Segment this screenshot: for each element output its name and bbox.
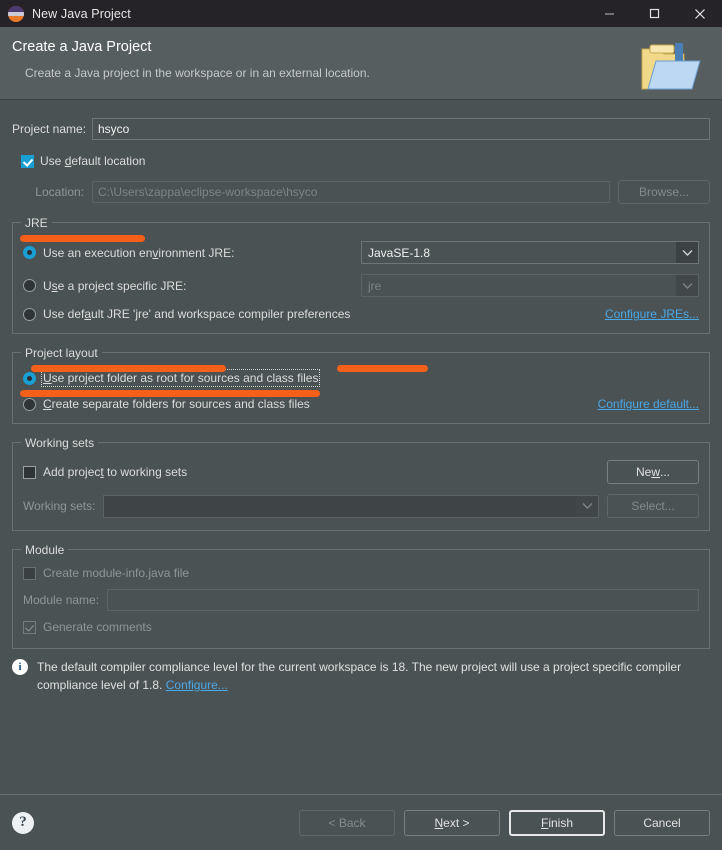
module-name-row: Module name: xyxy=(23,589,699,611)
highlight-project-layout-option xyxy=(20,390,320,397)
working-sets-combo xyxy=(103,494,599,518)
add-to-working-sets-row[interactable]: Add project to working sets Ne w... xyxy=(23,460,699,484)
java-folder-icon xyxy=(634,39,704,97)
create-module-info-label: Create module-info.java file xyxy=(43,566,190,580)
info-text: The default compiler compliance level fo… xyxy=(37,660,682,692)
project-specific-jre-radio[interactable] xyxy=(23,279,36,292)
info-icon: i xyxy=(12,659,28,675)
project-name-input[interactable]: hsyco xyxy=(92,118,710,140)
java-project-icon xyxy=(8,5,24,22)
project-name-row: Project name: hsyco xyxy=(12,118,710,140)
page-title: Create a Java Project xyxy=(12,39,152,55)
browse-button: Browse... xyxy=(618,180,710,204)
highlight-execution-environment-combo xyxy=(337,365,428,372)
highlight-project-name xyxy=(20,235,145,242)
use-default-location-label: Use default location xyxy=(40,154,146,168)
working-sets-label: Working sets: xyxy=(23,499,96,513)
module-group-title: Module xyxy=(21,543,69,557)
window-title: New Java Project xyxy=(32,6,131,21)
highlight-execution-environment-option xyxy=(31,365,226,372)
execution-environment-combo[interactable]: JavaSE-1.8 xyxy=(361,241,699,264)
layout-option-separate-folders[interactable]: Create separate folders for sources and … xyxy=(23,397,699,411)
select-working-set-button: Select... xyxy=(607,494,699,518)
title-bar: New Java Project xyxy=(0,0,722,27)
info-message: i The default compiler compliance level … xyxy=(12,658,710,694)
chevron-down-icon xyxy=(576,495,598,517)
dialog-footer: ? < Back Next > Finish Cancel xyxy=(0,794,722,850)
create-module-info-row: Create module-info.java file xyxy=(23,566,699,580)
configure-compliance-link[interactable]: Configure... xyxy=(166,678,228,692)
module-group: Module Create module-info.java file Modu… xyxy=(12,543,710,649)
default-jre-label: Use default JRE 'jre' and workspace comp… xyxy=(43,307,351,321)
add-to-working-sets-label: Add project to working sets xyxy=(43,465,188,479)
project-specific-jre-label: Use a project specific JRE: xyxy=(43,278,187,293)
execution-environment-value: JavaSE-1.8 xyxy=(368,245,431,260)
location-row: Location: C:\Users\zappa\eclipse-workspa… xyxy=(12,180,710,204)
jre-option-project-specific[interactable]: Use a project specific JRE: jre xyxy=(23,274,699,297)
configure-jres-link[interactable]: Configure JREs... xyxy=(605,307,699,321)
project-folder-root-radio[interactable] xyxy=(23,371,36,385)
jre-group-title: JRE xyxy=(21,216,52,230)
project-layout-group: Project layout Use project folder as roo… xyxy=(12,346,710,424)
configure-default-link[interactable]: Configure default... xyxy=(598,397,699,411)
location-input: C:\Users\zappa\eclipse-workspace\hsyco xyxy=(92,181,610,203)
footer-buttons: < Back Next > Finish Cancel xyxy=(299,809,710,836)
minimize-icon[interactable] xyxy=(587,0,632,27)
working-sets-row: Working sets: Select... xyxy=(23,494,699,518)
help-icon[interactable]: ? xyxy=(12,811,34,834)
jre-option-execution-environment[interactable]: Use an execution environment JRE: JavaSE… xyxy=(23,241,699,264)
window-controls xyxy=(587,0,722,27)
use-default-location-checkbox[interactable] xyxy=(21,154,34,168)
next-button[interactable]: Next > xyxy=(404,809,500,836)
jre-option-default[interactable]: Use default JRE 'jre' and workspace comp… xyxy=(23,307,699,321)
dialog-body: Project name: hsyco Use default location… xyxy=(0,100,722,794)
default-jre-radio[interactable] xyxy=(23,307,36,321)
cancel-button[interactable]: Cancel xyxy=(614,809,710,836)
maximize-icon[interactable] xyxy=(632,0,677,27)
generate-comments-label: Generate comments xyxy=(43,620,152,634)
generate-comments-checkbox xyxy=(23,620,36,634)
generate-comments-row: Generate comments xyxy=(23,620,699,634)
location-label: Location: xyxy=(35,185,84,199)
project-folder-root-label: Use project folder as root for sources a… xyxy=(40,369,321,387)
project-specific-jre-value: jre xyxy=(368,278,382,293)
project-layout-group-title: Project layout xyxy=(21,346,102,360)
page-subtitle: Create a Java project in the workspace o… xyxy=(25,66,370,80)
working-sets-group: Working sets Add project to working sets… xyxy=(12,436,710,531)
execution-environment-radio[interactable] xyxy=(23,246,36,259)
chevron-down-icon xyxy=(676,275,698,296)
add-to-working-sets-checkbox[interactable] xyxy=(23,465,36,479)
create-module-info-checkbox xyxy=(23,566,36,580)
wizard-banner: Create a Java Project Create a Java proj… xyxy=(0,27,722,100)
working-sets-group-title: Working sets xyxy=(21,436,99,450)
chevron-down-icon[interactable] xyxy=(676,242,698,263)
close-icon[interactable] xyxy=(677,0,722,27)
back-button: < Back xyxy=(299,809,395,836)
separate-folders-radio[interactable] xyxy=(23,397,36,411)
execution-environment-label: Use an execution environment JRE: xyxy=(43,245,235,260)
info-text-block: The default compiler compliance level fo… xyxy=(37,658,710,694)
new-working-set-button[interactable]: Ne w... xyxy=(607,460,699,484)
module-name-input xyxy=(107,589,699,611)
layout-option-project-folder[interactable]: Use project folder as root for sources a… xyxy=(23,369,699,387)
use-default-location-row[interactable]: Use default location xyxy=(12,154,710,168)
project-specific-jre-combo: jre xyxy=(361,274,699,297)
module-name-label: Module name: xyxy=(23,593,100,607)
project-name-label: Project name: xyxy=(12,122,87,136)
finish-button[interactable]: Finish xyxy=(509,809,605,836)
separate-folders-label: Create separate folders for sources and … xyxy=(43,397,310,411)
